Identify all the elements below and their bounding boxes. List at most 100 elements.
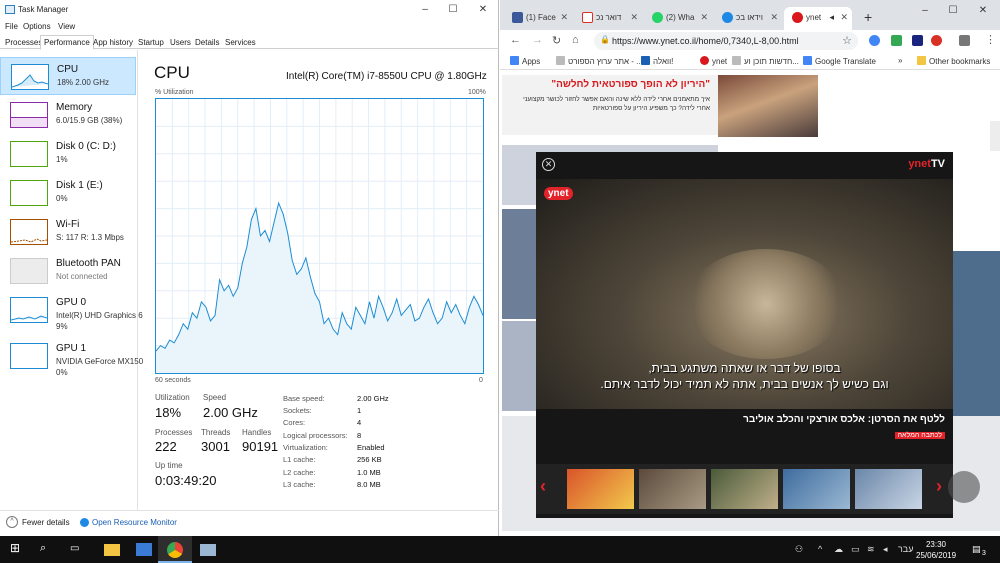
browser-tab[interactable]: דואר נכ ✕ xyxy=(574,7,642,30)
task-manager-taskbar-icon[interactable] xyxy=(200,544,216,556)
tab-app-history[interactable]: App history xyxy=(90,36,136,49)
playlist-thumbnail[interactable] xyxy=(711,469,778,509)
info-label: L2 cache: xyxy=(283,468,316,477)
wifi-icon[interactable]: ≋ xyxy=(867,544,875,555)
notifications-icon[interactable]: ▤ xyxy=(972,544,981,555)
sidebar-label: GPU 0 xyxy=(56,297,87,308)
playlist-thumbnail[interactable] xyxy=(783,469,850,509)
sidebar-item-wifi[interactable]: Wi-Fi S: 117 R: 1.3 Mbps xyxy=(0,213,136,251)
whatsapp-icon xyxy=(652,12,663,23)
scrollbar[interactable] xyxy=(990,121,1000,151)
full-article-link[interactable]: לכתבה המלאה xyxy=(894,432,945,439)
tab-processes[interactable]: Processes xyxy=(2,36,45,49)
extensions-icon[interactable] xyxy=(959,35,970,46)
sidebar-value-2: 9% xyxy=(56,322,68,331)
bookmark-apps[interactable]: Apps xyxy=(510,56,540,66)
clock[interactable]: 23:30 25/06/2019 xyxy=(916,539,956,561)
article-banner[interactable]: "היריון לא הופך ספורטאית לחלשה" איך מתאמ… xyxy=(502,75,718,135)
cloud-icon[interactable]: ☁ xyxy=(834,544,843,555)
menu-file[interactable]: File xyxy=(5,22,18,31)
chevron-up-icon[interactable]: ^ xyxy=(6,516,18,528)
drive-extension-icon[interactable] xyxy=(891,35,902,46)
minimize-button[interactable]: – xyxy=(418,3,432,17)
close-button[interactable]: ✕ xyxy=(476,3,490,17)
windows-start-icon[interactable]: ⊞ xyxy=(10,541,26,557)
bookmark-item[interactable]: ynet xyxy=(700,56,727,66)
speaker-icon[interactable]: ◂ xyxy=(829,12,834,23)
close-tab-icon[interactable]: ✕ xyxy=(630,12,638,23)
browser-tab[interactable]: (1) Face ✕ xyxy=(504,7,572,30)
reload-icon[interactable]: ↻ xyxy=(552,34,561,47)
video-playlist: ‹ › xyxy=(536,464,953,514)
chrome-taskbar-icon[interactable] xyxy=(167,542,183,558)
playlist-thumbnail[interactable] xyxy=(567,469,634,509)
back-icon[interactable]: ← xyxy=(510,34,521,46)
minimize-button[interactable]: – xyxy=(918,4,932,18)
browser-tab[interactable]: (2) Wha ✕ xyxy=(644,7,712,30)
font-extension-icon[interactable] xyxy=(912,35,923,46)
sidebar-item-cpu[interactable]: CPU 18% 2.00 GHz xyxy=(0,57,136,95)
cpu-utilization-graph xyxy=(155,98,484,374)
menu-options[interactable]: Options xyxy=(23,22,51,31)
language-indicator[interactable]: עבר xyxy=(898,544,913,554)
task-view-icon[interactable]: ▭ xyxy=(70,543,86,559)
bookmark-item[interactable]: וואלה! xyxy=(641,56,673,66)
facebook-icon xyxy=(512,12,523,23)
close-tab-icon[interactable]: ✕ xyxy=(770,12,778,23)
bookmark-item[interactable]: אתר ערוץ הספורט - ... xyxy=(556,56,643,66)
play-icon[interactable] xyxy=(948,471,980,503)
open-resource-monitor-link[interactable]: Open Resource Monitor xyxy=(92,518,177,527)
close-tab-icon[interactable]: ✕ xyxy=(560,12,568,23)
home-icon[interactable]: ⌂ xyxy=(572,34,579,46)
sidebar-item-disk0[interactable]: Disk 0 (C: D:) 1% xyxy=(0,135,136,173)
bookmark-other[interactable]: Other bookmarks xyxy=(917,56,990,66)
close-tab-icon[interactable]: ✕ xyxy=(700,12,708,23)
more-bookmarks-icon[interactable]: » xyxy=(898,56,902,65)
video-frame[interactable]: ynet בסופו של דבר או שאתה משתגע בבית, וג… xyxy=(536,179,953,409)
cloud-extension-icon[interactable] xyxy=(869,35,880,46)
new-tab-button[interactable]: + xyxy=(864,9,872,25)
sidebar-item-gpu1[interactable]: GPU 1 NVIDIA GeForce MX150 0% xyxy=(0,337,143,377)
chevron-up-icon[interactable]: ^ xyxy=(818,544,822,554)
info-value: 1.0 MB xyxy=(357,468,381,477)
volume-icon[interactable]: ◂ xyxy=(883,544,888,555)
forward-icon[interactable]: → xyxy=(532,34,543,46)
sidebar-label: Wi-Fi xyxy=(56,219,80,230)
bookmark-item[interactable]: חדשות תוכן וע... xyxy=(732,56,799,66)
file-explorer-icon[interactable] xyxy=(104,544,120,556)
tab-performance[interactable]: Performance xyxy=(40,35,94,50)
chevron-right-icon[interactable]: › xyxy=(936,476,942,497)
tab-users[interactable]: Users xyxy=(167,36,194,49)
search-icon[interactable]: ⌕ xyxy=(40,542,56,558)
address-bar[interactable]: 🔒 https://www.ynet.co.il/home/0,7340,L-8… xyxy=(594,32,858,50)
banner-image[interactable] xyxy=(718,75,818,137)
chevron-left-icon[interactable]: ‹ xyxy=(540,476,546,497)
close-video-icon[interactable]: ✕ xyxy=(542,158,555,171)
fewer-details-button[interactable]: Fewer details xyxy=(22,518,70,527)
maximize-button[interactable]: ☐ xyxy=(446,3,460,17)
sidebar-item-bluetooth[interactable]: Bluetooth PAN Not connected xyxy=(0,252,136,290)
star-icon[interactable]: ☆ xyxy=(842,34,852,47)
people-icon[interactable]: ⚇ xyxy=(795,544,803,555)
browser-tab[interactable]: וידאו בכ ✕ xyxy=(714,7,782,30)
battery-icon[interactable]: ▭ xyxy=(851,544,860,555)
sidebar-item-disk1[interactable]: Disk 1 (E:) 0% xyxy=(0,174,136,212)
adblock-extension-icon[interactable] xyxy=(931,35,942,46)
sidebar-item-memory[interactable]: Memory 6.0/15.9 GB (38%) xyxy=(0,96,136,134)
menu-view[interactable]: View xyxy=(58,22,75,31)
sidebar-item-gpu0[interactable]: GPU 0 Intel(R) UHD Graphics 6 9% xyxy=(0,291,143,331)
bookmarks-bar: Apps אתר ערוץ הספורט - ... וואלה! חדשות … xyxy=(500,52,1000,70)
tab-services[interactable]: Services xyxy=(222,36,259,49)
bookmark-item[interactable]: Google Translate xyxy=(803,56,876,66)
tab-startup[interactable]: Startup xyxy=(135,36,167,49)
maximize-button[interactable]: ☐ xyxy=(946,4,960,18)
store-icon[interactable] xyxy=(136,543,152,556)
tab-details[interactable]: Details xyxy=(192,36,222,49)
ynet-icon xyxy=(700,56,709,65)
playlist-thumbnail[interactable] xyxy=(639,469,706,509)
menu-dots-icon[interactable]: ⋮ xyxy=(985,33,996,46)
browser-tab-active[interactable]: ynet ◂ ✕ xyxy=(784,7,852,30)
close-button[interactable]: ✕ xyxy=(976,4,990,18)
close-tab-icon[interactable]: ✕ xyxy=(840,12,848,23)
lock-icon: 🔒 xyxy=(600,35,610,44)
